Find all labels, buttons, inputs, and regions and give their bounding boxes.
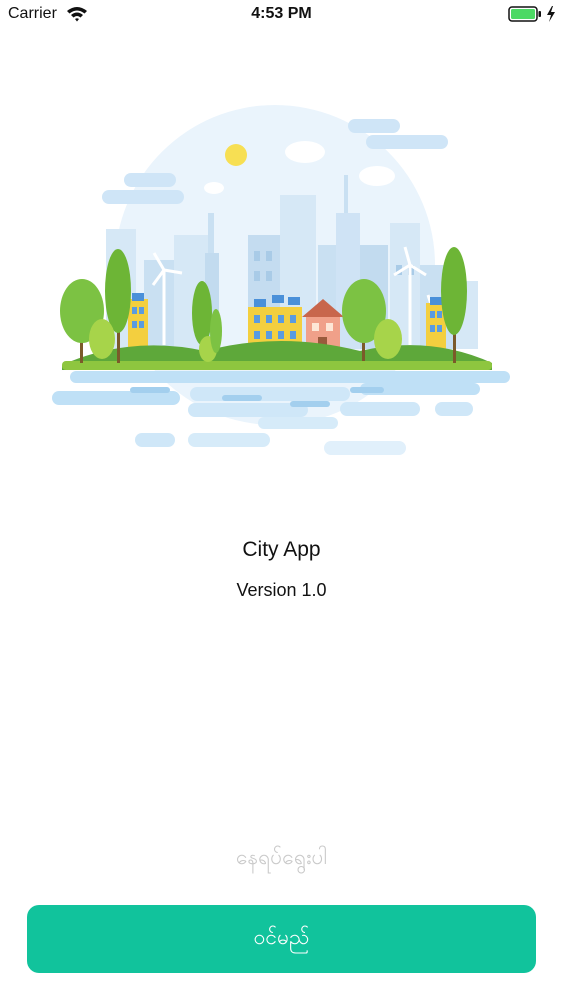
status-time: 4:53 PM <box>251 5 312 22</box>
battery-icon <box>508 6 542 22</box>
login-button-label: ဝင်မည် <box>253 924 310 949</box>
app-title: City App <box>242 538 321 561</box>
city-skyline-illustration <box>40 95 520 465</box>
choose-location-link[interactable]: နေရပ်ရွေးပါ <box>0 844 563 875</box>
app-version: Version 1.0 <box>236 580 327 600</box>
login-button[interactable]: ဝင်မည် <box>27 905 536 973</box>
lightning-icon <box>545 5 557 23</box>
status-bar: Carrier 4:53 PM <box>0 0 563 30</box>
